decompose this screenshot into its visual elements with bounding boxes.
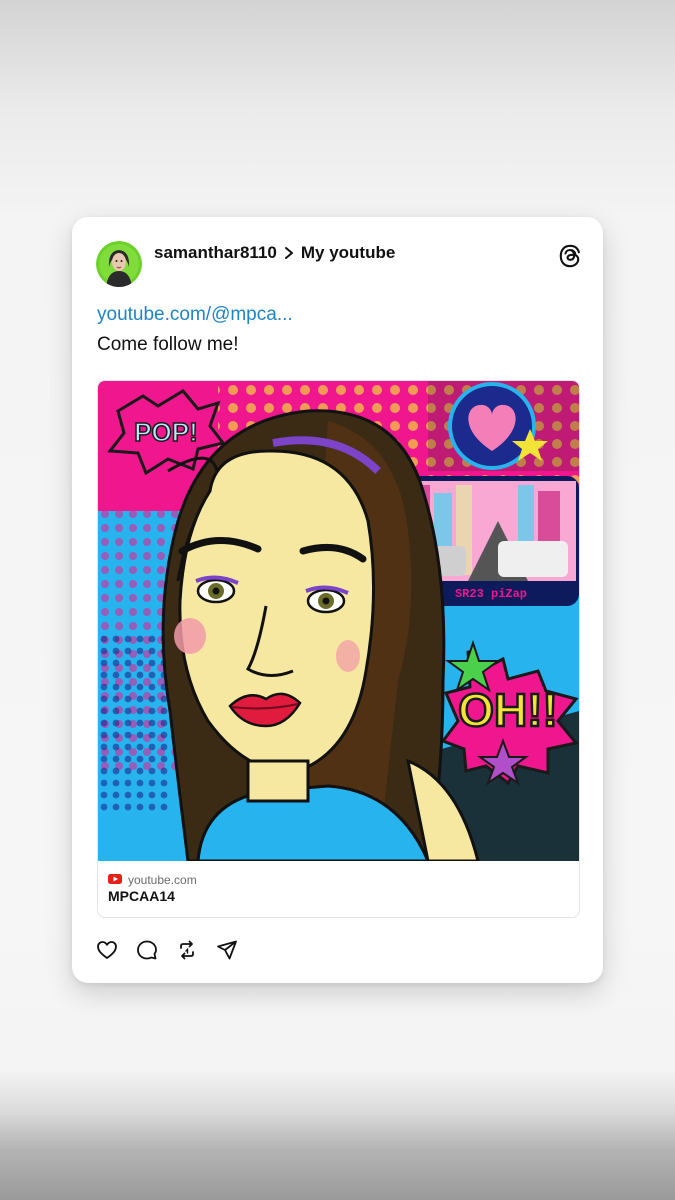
avatar[interactable]	[96, 241, 142, 287]
link-domain: youtube.com	[128, 873, 197, 887]
svg-text:SR23 piZap: SR23 piZap	[455, 587, 527, 601]
link-preview-card[interactable]: POP! SR23 piZap OH!! youtube.com MPCAA14	[97, 380, 580, 918]
share-icon[interactable]	[216, 939, 238, 961]
youtube-link[interactable]: youtube.com/@mpca...	[97, 304, 293, 326]
repost-icon[interactable]	[176, 939, 198, 961]
chevron-right-icon	[283, 246, 295, 260]
link-source: youtube.com	[108, 871, 197, 889]
threads-icon[interactable]	[557, 243, 583, 269]
post-text: Come follow me!	[97, 334, 239, 355]
topic-tag[interactable]: My youtube	[301, 243, 395, 263]
threads-post-card: samanthar8110 My youtube youtube.com/@mp…	[72, 217, 603, 983]
pop-art-image: POP! SR23 piZap OH!!	[98, 381, 579, 861]
youtube-icon	[108, 871, 122, 889]
svg-text:POP!: POP!	[134, 417, 198, 447]
action-bar	[96, 939, 238, 961]
username[interactable]: samanthar8110	[154, 243, 277, 263]
post-header: samanthar8110 My youtube	[154, 241, 395, 265]
svg-text:OH!!: OH!!	[458, 684, 558, 736]
link-title: MPCAA14	[108, 888, 175, 904]
comment-icon[interactable]	[136, 939, 158, 961]
heart-icon[interactable]	[96, 939, 118, 961]
